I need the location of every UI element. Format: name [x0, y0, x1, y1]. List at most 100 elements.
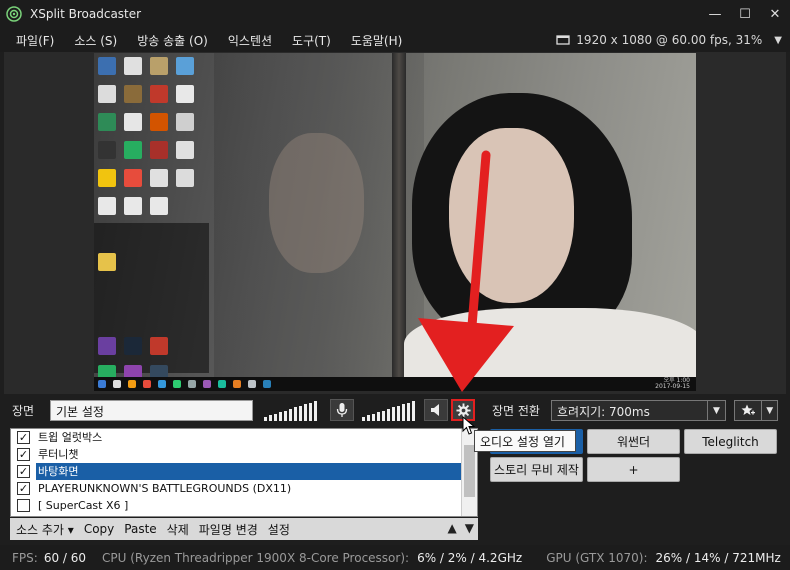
close-button[interactable]: ✕	[760, 0, 790, 28]
desktop-icon	[98, 57, 116, 75]
list-item[interactable]: ✓ 루터니챗	[11, 446, 477, 463]
scene-button-warthunder[interactable]: 워썬더	[587, 429, 680, 454]
list-item[interactable]: ✓ PLAYERUNKNOWN'S BATTLEGROUNDS (DX11)	[11, 480, 477, 497]
desktop-icon	[124, 141, 142, 159]
copy-button[interactable]: Copy	[79, 522, 119, 536]
desktop-icon	[176, 169, 194, 187]
desktop-icons	[98, 57, 218, 383]
xsplit-logo-icon	[6, 6, 22, 22]
audio-settings-tooltip: 오디오 설정 열기	[474, 430, 576, 452]
chevron-down-icon: ▼	[774, 34, 782, 46]
window-controls: — ☐ ✕	[700, 0, 790, 28]
add-scene-button[interactable]: +	[587, 457, 680, 482]
add-favorite-button[interactable]: ▼	[734, 400, 778, 421]
source-toolbar: 소스 추가 ▾ Copy Paste 삭제 파일명 변경 설정 ▲ ▼	[10, 518, 478, 540]
desktop-icon	[150, 337, 168, 355]
speaker-button[interactable]	[424, 399, 448, 421]
desktop-icon	[98, 85, 116, 103]
menu-bar: 파일(F) 소스 (S) 방송 송출 (O) 익스텐션 도구(T) 도움말(H)…	[0, 28, 790, 52]
desktop-icon	[98, 337, 116, 355]
desktop-icon	[124, 113, 142, 131]
fps-value: 60 / 60	[43, 550, 87, 565]
chevron-down-icon: ▼	[707, 401, 725, 420]
source-checkbox[interactable]: ✓	[17, 448, 30, 461]
monitor-icon	[556, 34, 570, 45]
settings-button[interactable]: 설정	[263, 521, 295, 538]
desktop-icon	[98, 113, 116, 131]
scene-label: 장면	[12, 404, 35, 418]
desktop-icon	[124, 169, 142, 187]
scene-name-field[interactable]: 기본 설정	[50, 400, 253, 421]
desktop-icon	[124, 337, 142, 355]
menu-file[interactable]: 파일(F)	[0, 32, 64, 49]
list-item[interactable]: [ SuperCast X6 ]	[11, 497, 477, 514]
cpu-label: CPU (Ryzen Threadripper 1900X 8-Core Pro…	[102, 550, 410, 565]
rename-button[interactable]: 파일명 변경	[194, 521, 263, 538]
add-source-button[interactable]: 소스 추가 ▾	[10, 521, 79, 538]
transition-label: 장면 전환	[492, 404, 540, 418]
microphone-icon	[336, 403, 348, 417]
list-item[interactable]: ✓ 트윕 얼럿박스	[11, 429, 477, 446]
scene-button-teleglitch[interactable]: Teleglitch	[684, 429, 777, 454]
desktop-icon	[124, 57, 142, 75]
move-up-button[interactable]: ▲	[448, 521, 457, 535]
desktop-icon	[150, 197, 168, 215]
window-title: XSplit Broadcaster	[30, 7, 142, 21]
desktop-icon	[150, 113, 168, 131]
star-plus-icon	[735, 401, 763, 420]
microphone-button[interactable]	[330, 399, 354, 421]
resolution-selector[interactable]: 1920 x 1080 @ 60.00 fps, 31% ▼	[556, 28, 782, 52]
desktop-icon	[176, 57, 194, 75]
paste-button[interactable]: Paste	[119, 522, 161, 536]
desktop-icon	[124, 197, 142, 215]
scene-button-story-movie[interactable]: 스토리 무비 제작	[490, 457, 583, 482]
windows-start-icon	[98, 380, 106, 388]
mouse-cursor-icon	[462, 416, 476, 435]
desktop-icon	[98, 253, 116, 271]
desktop-icon	[124, 85, 142, 103]
scene-control-row: 장면 기본 설정 장면 전환 흐려지기: 700ms ▼ ▼	[0, 396, 790, 424]
menu-extensions[interactable]: 익스텐션	[218, 32, 282, 49]
delete-button[interactable]: 삭제	[162, 521, 194, 538]
move-down-button[interactable]: ▼	[465, 521, 474, 535]
source-label: [ SuperCast X6 ]	[38, 499, 129, 512]
speaker-icon	[431, 404, 439, 416]
source-list: ✓ 트윕 얼럿박스 ✓ 루터니챗 ✓ 바탕화면 ✓ PLAYERUNKNOWN'…	[10, 428, 478, 517]
preview-screen[interactable]: 오후 1:00 2017-09-15	[94, 53, 696, 391]
transition-value: 흐려지기: 700ms	[557, 405, 650, 419]
desktop-icon	[150, 85, 168, 103]
source-checkbox[interactable]: ✓	[17, 482, 30, 495]
source-label: 루터니챗	[38, 448, 79, 461]
resolution-text: 1920 x 1080 @ 60.00 fps, 31%	[576, 33, 763, 47]
status-bar: FPS: 60 / 60 CPU (Ryzen Threadripper 190…	[0, 545, 790, 570]
transition-select[interactable]: 흐려지기: 700ms ▼	[551, 400, 726, 421]
scrollbar-thumb[interactable]	[464, 445, 475, 497]
desktop-clock: 오후 1:00 2017-09-15	[655, 377, 690, 390]
menu-sources[interactable]: 소스 (S)	[64, 32, 127, 49]
fps-label: FPS:	[12, 550, 38, 565]
desktop-icon	[150, 141, 168, 159]
source-label: 바탕화면	[36, 463, 462, 480]
cpu-value: 6% / 2% / 4.2GHz	[417, 550, 523, 565]
desktop-icon	[98, 197, 116, 215]
source-checkbox[interactable]	[17, 499, 30, 512]
gpu-value: 26% / 14% / 721MHz	[655, 550, 781, 565]
menu-help[interactable]: 도움말(H)	[341, 32, 413, 49]
stage-area: 오후 1:00 2017-09-15	[4, 52, 786, 394]
desktop-taskbar: 오후 1:00 2017-09-15	[94, 377, 696, 391]
source-checkbox[interactable]: ✓	[17, 431, 30, 444]
desktop-icon	[176, 85, 194, 103]
speaker-level-meter	[362, 400, 415, 421]
menu-broadcast[interactable]: 방송 송출 (O)	[127, 32, 218, 49]
menu-tools[interactable]: 도구(T)	[282, 32, 341, 49]
minimize-button[interactable]: —	[700, 0, 730, 28]
chevron-down-icon[interactable]: ▼	[762, 406, 777, 416]
desktop-icon	[98, 169, 116, 187]
source-checkbox[interactable]: ✓	[17, 465, 30, 478]
desktop-icon	[176, 113, 194, 131]
desktop-icon	[150, 169, 168, 187]
gpu-label: GPU (GTX 1070):	[546, 550, 648, 565]
maximize-button[interactable]: ☐	[730, 0, 760, 28]
source-label: PLAYERUNKNOWN'S BATTLEGROUNDS (DX11)	[38, 482, 292, 495]
list-item[interactable]: ✓ 바탕화면	[11, 463, 477, 480]
